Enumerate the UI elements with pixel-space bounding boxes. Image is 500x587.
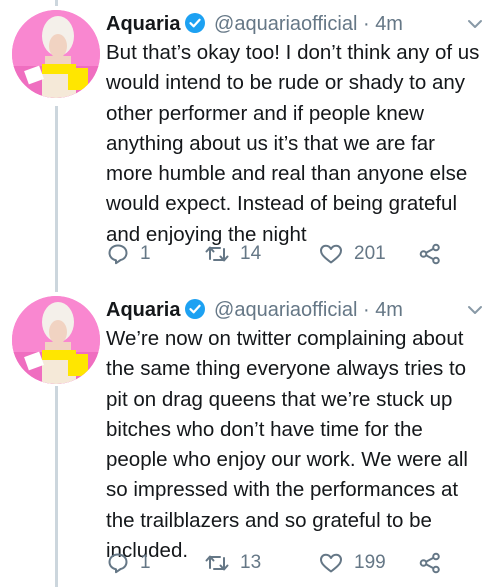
tweet-text: But that’s okay too! I don’t think any o…	[106, 41, 480, 246]
retweet-button[interactable]: 13	[204, 548, 261, 578]
retweet-icon	[204, 242, 230, 266]
timestamp[interactable]: 4m	[375, 299, 403, 321]
author-handle[interactable]: @aquariaofficial	[214, 299, 357, 321]
author-name[interactable]: Aquaria	[106, 13, 180, 35]
retweet-icon	[204, 551, 230, 575]
reply-icon	[106, 242, 130, 266]
reply-icon	[106, 551, 130, 575]
tweet-actions: 1 13 199	[106, 548, 500, 578]
share-button[interactable]	[418, 239, 442, 269]
tweet-1[interactable]: Aquaria @aquariaofficial · 4m But that’s…	[0, 6, 500, 286]
reply-count: 1	[140, 552, 151, 573]
tweet-text: We’re now on twitter complaining about t…	[106, 327, 468, 563]
share-icon	[418, 242, 442, 266]
share-button[interactable]	[418, 548, 442, 578]
like-count: 199	[354, 552, 386, 573]
tweet-2[interactable]: Aquaria @aquariaofficial · 4m We’re now …	[0, 292, 500, 587]
avatar[interactable]	[12, 10, 100, 98]
reply-count: 1	[140, 243, 151, 264]
like-button[interactable]: 199	[318, 548, 386, 578]
like-button[interactable]: 201	[318, 239, 386, 269]
like-icon	[318, 551, 344, 575]
retweet-count: 14	[240, 243, 262, 264]
retweet-button[interactable]: 14	[204, 239, 261, 269]
author-name[interactable]: Aquaria	[106, 299, 180, 321]
tweet-header: Aquaria @aquariaofficial · 4m	[106, 6, 484, 42]
separator-dot: ·	[362, 299, 370, 321]
avatar[interactable]	[12, 296, 100, 384]
timestamp[interactable]: 4m	[375, 13, 403, 35]
reply-button[interactable]: 1	[106, 239, 151, 269]
like-icon	[318, 242, 344, 266]
retweet-count: 13	[240, 552, 262, 573]
share-icon	[418, 551, 442, 575]
author-handle[interactable]: @aquariaofficial	[214, 13, 357, 35]
like-count: 201	[354, 243, 386, 264]
separator-dot: ·	[362, 13, 370, 35]
tweet-header: Aquaria @aquariaofficial · 4m	[106, 292, 484, 328]
tweet-actions: 1 14 201	[106, 239, 500, 269]
reply-button[interactable]: 1	[106, 548, 151, 578]
